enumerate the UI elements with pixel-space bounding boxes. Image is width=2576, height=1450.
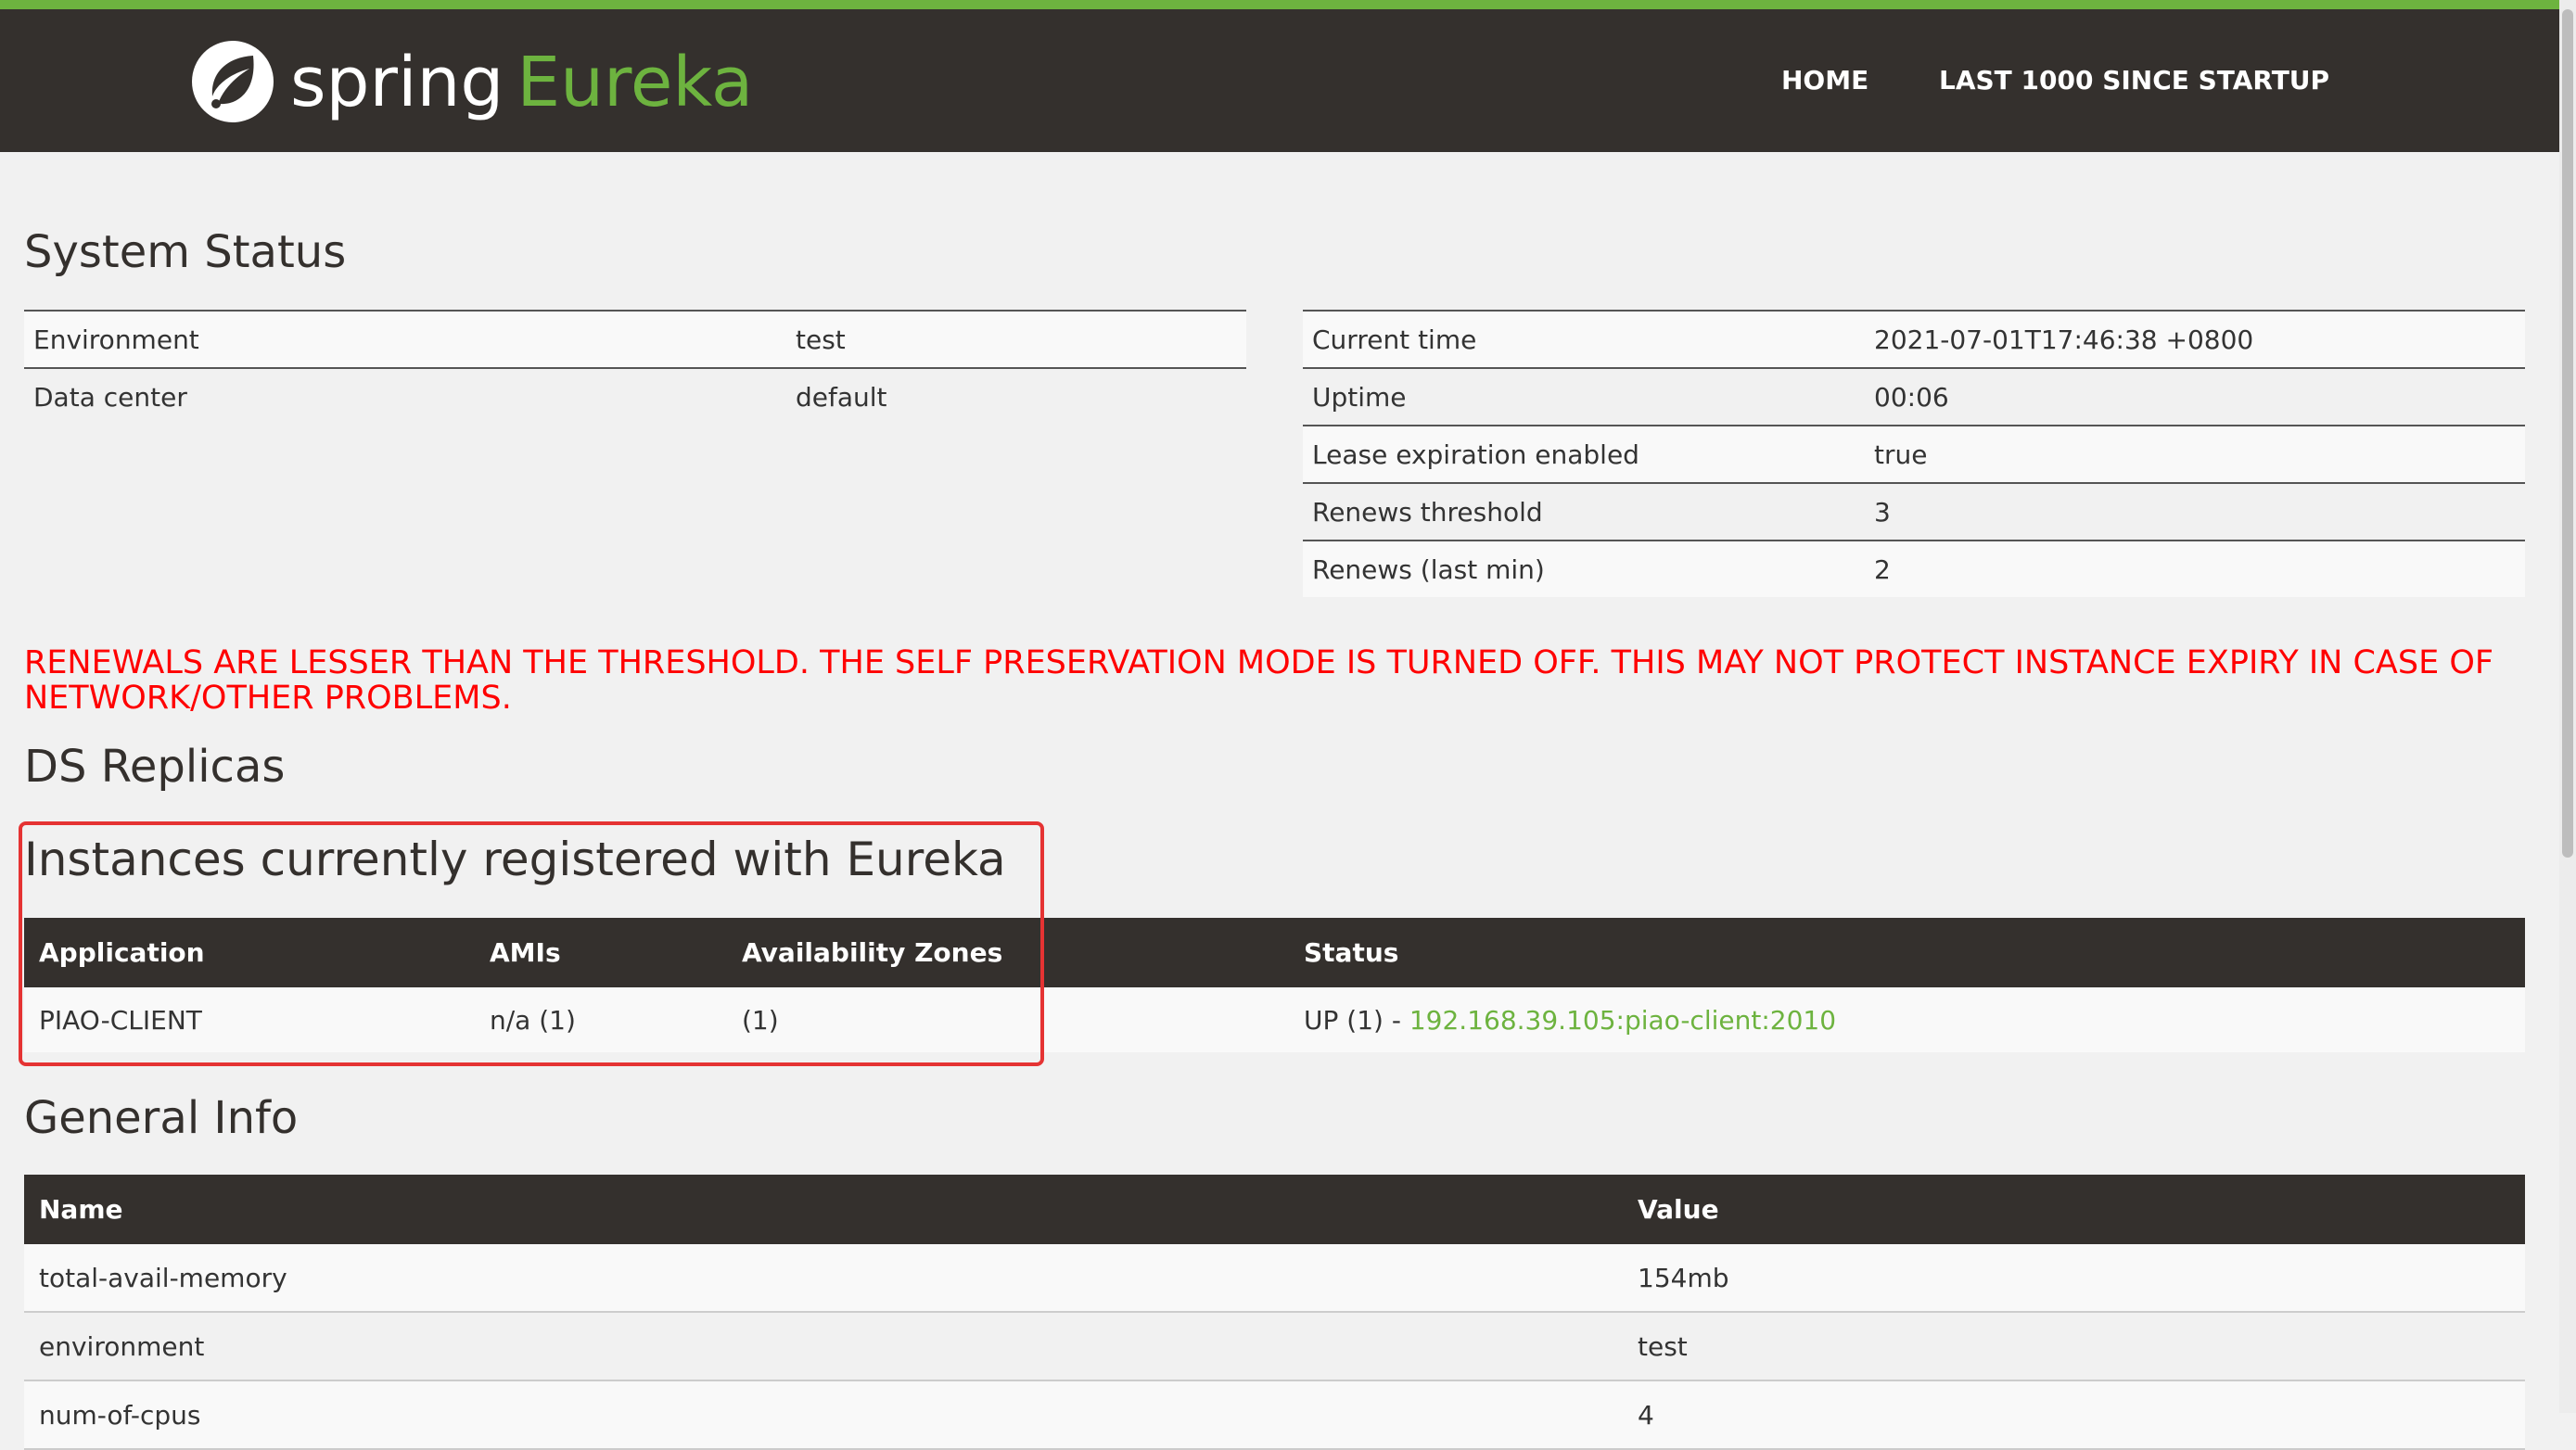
table-row: Data center default bbox=[24, 367, 1246, 425]
info-name: total-avail-memory bbox=[24, 1244, 1623, 1313]
status-label: Data center bbox=[24, 367, 786, 425]
info-value: 154mb bbox=[1623, 1244, 2525, 1313]
info-name: environment bbox=[24, 1312, 1623, 1381]
status-value: default bbox=[786, 367, 1246, 425]
status-label: Renews threshold bbox=[1303, 482, 1865, 541]
nav-home-link[interactable]: HOME bbox=[1781, 9, 1868, 152]
general-info-title: General Info bbox=[24, 1092, 299, 1144]
status-label: Renews (last min) bbox=[1303, 540, 1865, 597]
main-content: System Status Environment test Data cent… bbox=[0, 152, 2559, 1450]
general-info-table: Name Value total-avail-memory 154mb envi… bbox=[24, 1175, 2525, 1450]
table-header-row: Application AMIs Availability Zones Stat… bbox=[24, 918, 2525, 987]
column-header-availability-zones: Availability Zones bbox=[727, 918, 1289, 987]
instance-status: UP (1) - 192.168.39.105:piao-client:2010 bbox=[1289, 987, 2525, 1052]
table-header-row: Name Value bbox=[24, 1175, 2525, 1244]
status-label: Uptime bbox=[1303, 367, 1865, 426]
instance-amis: n/a (1) bbox=[475, 987, 727, 1052]
status-value: true bbox=[1865, 425, 2525, 483]
self-preservation-warning: RENEWALS ARE LESSER THAN THE THRESHOLD. … bbox=[24, 644, 2494, 717]
status-label: Lease expiration enabled bbox=[1303, 425, 1865, 483]
spring-eureka-logo[interactable]: spring Eureka bbox=[188, 32, 753, 134]
instance-link[interactable]: 192.168.39.105:piao-client:2010 bbox=[1409, 1005, 1836, 1036]
system-status-left-table: Environment test Data center default bbox=[24, 310, 1246, 425]
instances-table: Application AMIs Availability Zones Stat… bbox=[24, 918, 2525, 1052]
table-row: Uptime 00:06 bbox=[1303, 367, 2525, 426]
instance-status-text: UP (1) - bbox=[1304, 1004, 1409, 1036]
table-row: Lease expiration enabled true bbox=[1303, 425, 2525, 483]
column-header-amis: AMIs bbox=[475, 918, 727, 987]
nav-last-1000-link[interactable]: LAST 1000 SINCE STARTUP bbox=[1939, 9, 2329, 152]
table-row: environment test bbox=[24, 1312, 2525, 1381]
status-value: 3 bbox=[1865, 482, 2525, 541]
navbar: spring Eureka HOME LAST 1000 SINCE STARTU… bbox=[0, 9, 2559, 152]
status-value: 2021-07-01T17:46:38 +0800 bbox=[1865, 310, 2525, 368]
table-row: total-avail-memory 154mb bbox=[24, 1244, 2525, 1313]
table-row: PIAO-CLIENT n/a (1) (1) UP (1) - 192.168… bbox=[24, 987, 2525, 1052]
logo-text: spring Eureka bbox=[290, 41, 753, 124]
column-header-name: Name bbox=[24, 1175, 1623, 1244]
table-row: Environment test bbox=[24, 310, 1246, 368]
info-value: test bbox=[1623, 1312, 2525, 1381]
page-scrollbar[interactable] bbox=[2559, 0, 2576, 1413]
instance-application: PIAO-CLIENT bbox=[24, 987, 475, 1052]
ds-replicas-title: DS Replicas bbox=[24, 741, 286, 793]
table-row: Renews (last min) 2 bbox=[1303, 540, 2525, 597]
status-value: 2 bbox=[1865, 540, 2525, 597]
status-value: 00:06 bbox=[1865, 367, 2525, 426]
table-row: Current time 2021-07-01T17:46:38 +0800 bbox=[1303, 310, 2525, 368]
logo-eureka-word: Eureka bbox=[516, 43, 754, 122]
table-row: num-of-cpus 4 bbox=[24, 1380, 2525, 1450]
column-header-application: Application bbox=[24, 918, 475, 987]
table-row: Renews threshold 3 bbox=[1303, 482, 2525, 541]
scrollbar-thumb[interactable] bbox=[2562, 9, 2573, 858]
top-accent-bar bbox=[0, 0, 2576, 9]
system-status-title: System Status bbox=[24, 226, 347, 278]
instances-title: Instances currently registered with Eure… bbox=[24, 833, 1006, 886]
info-value: 4 bbox=[1623, 1380, 2525, 1450]
status-label: Environment bbox=[24, 310, 786, 368]
instance-zones: (1) bbox=[727, 987, 1289, 1052]
column-header-status: Status bbox=[1289, 918, 2525, 987]
status-label: Current time bbox=[1303, 310, 1865, 368]
status-value: test bbox=[786, 310, 1246, 368]
logo-spring-word: spring bbox=[290, 43, 504, 122]
info-name: num-of-cpus bbox=[24, 1380, 1623, 1450]
system-status-right-table: Current time 2021-07-01T17:46:38 +0800 U… bbox=[1303, 310, 2525, 597]
spring-leaf-icon bbox=[192, 41, 274, 122]
column-header-value: Value bbox=[1623, 1175, 2525, 1244]
